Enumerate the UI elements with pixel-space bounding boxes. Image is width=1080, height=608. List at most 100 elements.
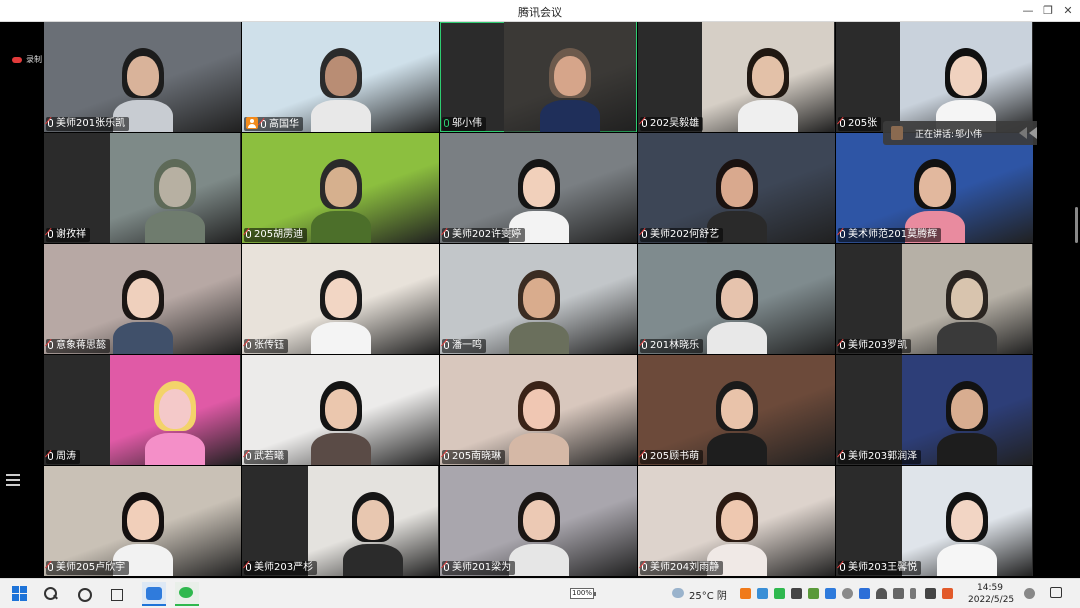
microphone-muted-icon <box>642 230 647 238</box>
participant-tile[interactable]: 202吴毅雄 <box>638 22 835 132</box>
person-face <box>357 500 389 540</box>
participant-tile[interactable]: 美师203郭润泽 <box>836 355 1033 465</box>
tray-nvidia-icon[interactable] <box>791 588 802 599</box>
participant-tile[interactable]: 高国华 <box>242 22 439 132</box>
microphone-muted-icon <box>48 563 53 571</box>
microphone-muted-icon <box>261 120 266 128</box>
participant-tile[interactable]: 205顾书萌 <box>638 355 835 465</box>
participant-tile[interactable]: 美术师范201莫腾辉 <box>836 133 1033 243</box>
participant-tile[interactable]: 意象蒋思懿 <box>44 244 241 354</box>
participant-tile[interactable]: 武若曦 <box>242 355 439 465</box>
participant-tile[interactable]: 201林晓乐 <box>638 244 835 354</box>
windows-start-icon[interactable] <box>12 586 28 602</box>
participant-tile[interactable]: 邬小伟 <box>440 22 637 132</box>
person-face <box>126 278 159 318</box>
cortana-icon[interactable] <box>76 586 92 602</box>
participant-video <box>110 133 240 243</box>
microphone-muted-icon <box>444 341 449 349</box>
participant-video <box>440 355 637 465</box>
participant-nametag: 美师203王馨悦 <box>838 561 922 575</box>
participant-video <box>902 355 1032 465</box>
participant-tile[interactable]: 美师201张乐凯 <box>44 22 241 132</box>
microphone-muted-icon <box>840 119 845 127</box>
participant-tile[interactable]: 张传钰 <box>242 244 439 354</box>
participant-tile[interactable]: 美师203罗凯 <box>836 244 1033 354</box>
participant-tile[interactable]: 美师205卢欣宇 <box>44 466 241 576</box>
participant-list-icon[interactable] <box>6 474 20 486</box>
tray-meeting-icon[interactable] <box>825 588 836 599</box>
tray-security-icon[interactable] <box>808 588 819 599</box>
wifi-icon[interactable] <box>876 588 887 599</box>
minimize-button[interactable]: — <box>1020 3 1036 19</box>
participant-video <box>440 466 637 576</box>
search-icon[interactable] <box>43 586 59 602</box>
participant-tile[interactable]: 美师201梁为 <box>440 466 637 576</box>
bluetooth-icon[interactable] <box>859 588 870 599</box>
person-body <box>145 211 205 243</box>
tray-app-icon[interactable] <box>757 588 768 599</box>
tray-antivirus-icon[interactable] <box>942 588 953 599</box>
volume-icon[interactable] <box>893 588 904 599</box>
participant-tile[interactable]: 潘一鸣 <box>440 244 637 354</box>
participant-name: 美师204刘雨静 <box>650 562 720 573</box>
microphone-muted-icon <box>48 230 53 238</box>
participant-nametag: 美术师范201莫腾辉 <box>838 228 942 242</box>
participant-tile[interactable]: 205张 <box>836 22 1033 132</box>
tray-cloud-icon[interactable] <box>842 588 853 599</box>
participant-nametag: 高国华 <box>244 117 303 131</box>
person-body <box>706 433 767 465</box>
participant-nametag: 美师203郭润泽 <box>838 450 922 464</box>
participant-tile[interactable]: 谢孜祥 <box>44 133 241 243</box>
ime-icon[interactable] <box>740 588 751 599</box>
participant-nametag: 美师204刘雨静 <box>640 561 724 575</box>
participant-nametag: 周涛 <box>46 450 80 464</box>
participant-tile[interactable]: 美师203王馨悦 <box>836 466 1033 576</box>
microphone-muted-icon <box>840 230 845 238</box>
participant-video <box>242 22 439 132</box>
participant-video <box>110 355 240 465</box>
participant-tile[interactable]: 美师203严杉 <box>242 466 439 576</box>
host-icon <box>246 117 258 129</box>
participant-video <box>242 244 439 354</box>
participant-nametag: 武若曦 <box>244 450 288 464</box>
ime-status-icon[interactable] <box>1024 588 1035 599</box>
participant-nametag: 205胡雳迪 <box>244 228 308 242</box>
microphone-tray-icon[interactable] <box>910 588 916 599</box>
person-face <box>522 278 555 318</box>
weather-text[interactable]: 25°C 阴 <box>689 587 727 602</box>
participant-video <box>44 244 241 354</box>
task-view-icon[interactable] <box>109 586 125 602</box>
microphone-muted-icon <box>246 452 251 460</box>
participant-name: 邬小伟 <box>452 118 482 129</box>
person-face <box>159 167 191 207</box>
close-button[interactable]: ✕ <box>1060 3 1076 19</box>
meeting-app: 腾讯会议 — ❐ ✕ 录制 美师201张乐凯 高国华 邬小伟 202吴毅雄 205张 谢孜… <box>0 0 1080 608</box>
clock[interactable]: 14:59 2022/5/25 <box>968 582 1014 606</box>
wechat-taskbar-icon[interactable] <box>175 582 199 606</box>
participant-name: 美师203罗凯 <box>848 340 908 351</box>
participant-tile[interactable]: 周涛 <box>44 355 241 465</box>
participant-nametag: 谢孜祥 <box>46 228 90 242</box>
microphone-muted-icon <box>642 341 647 349</box>
tencent-meeting-taskbar-icon[interactable] <box>142 582 166 606</box>
participant-tile[interactable]: 美师202何舒艺 <box>638 133 835 243</box>
tray-wechat-icon[interactable] <box>774 588 785 599</box>
participant-video <box>702 22 834 132</box>
person-face <box>126 500 159 540</box>
participant-video <box>638 466 835 576</box>
participant-tile[interactable]: 205南晓琳 <box>440 355 637 465</box>
scrollbar[interactable] <box>1075 207 1078 243</box>
restore-button[interactable]: ❐ <box>1040 3 1056 19</box>
participant-tile[interactable]: 美师204刘雨静 <box>638 466 835 576</box>
participant-video <box>504 22 636 132</box>
participant-nametag: 205顾书萌 <box>640 450 704 464</box>
person-face <box>720 500 753 540</box>
participant-tile[interactable]: 美师202许雯婷 <box>440 133 637 243</box>
input-mode-icon[interactable] <box>925 588 936 599</box>
recording-label: 录制 <box>26 55 42 64</box>
microphone-muted-icon <box>444 563 449 571</box>
notification-icon[interactable] <box>1050 587 1062 598</box>
participant-tile[interactable]: 205胡雳迪 <box>242 133 439 243</box>
battery-indicator[interactable]: 100% <box>570 588 596 599</box>
recording-indicator[interactable]: 录制 <box>12 54 42 65</box>
